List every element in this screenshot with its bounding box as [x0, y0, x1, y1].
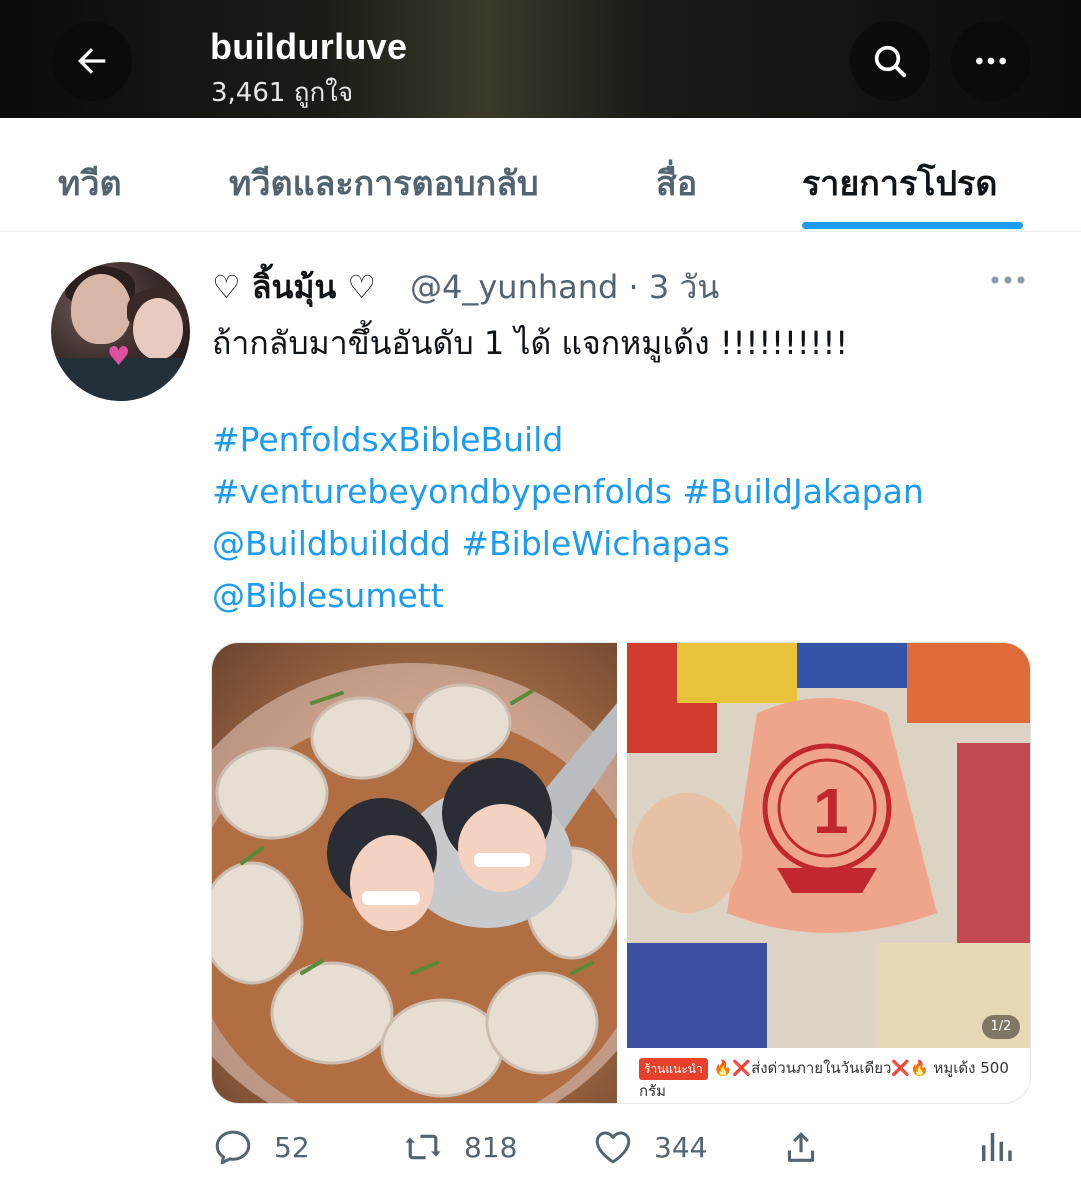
search-button[interactable]	[850, 21, 930, 101]
tweet-mention-line[interactable]: @Biblesumett	[212, 576, 444, 615]
like-button[interactable]: 344	[592, 1126, 707, 1168]
profile-header: buildurluve 3,461 ถูกใจ	[0, 0, 1081, 118]
retweet-count: 818	[464, 1130, 518, 1164]
recommended-shop-tag: ร้านแนะนำ	[639, 1058, 708, 1080]
tab-likes[interactable]: รายการโปรด	[802, 156, 997, 210]
media-counter: 1/2	[982, 1015, 1020, 1039]
retweet-button[interactable]: 818	[402, 1126, 517, 1168]
analytics-button[interactable]	[975, 1126, 1017, 1168]
media-caption: ร้านแนะนำ 🔥❌ส่งด่วนภายในวันเดียว❌🔥 หมูเด้…	[639, 1057, 1024, 1102]
profile-display-name: buildurluve	[210, 26, 408, 67]
tweet-media: 1 1/2 ร้านแนะนำ 🔥❌ส่งด่วนภายในวันเดียว❌🔥 …	[211, 642, 1031, 1104]
retweet-icon	[405, 1134, 441, 1160]
more-horizontal-icon	[976, 57, 1006, 65]
heart-icon: ♥	[107, 342, 131, 372]
svg-text:1: 1	[813, 775, 849, 847]
tab-tweets[interactable]: ทวีต	[58, 156, 122, 210]
reply-button[interactable]: 52	[212, 1126, 310, 1168]
back-button[interactable]	[52, 21, 132, 101]
reply-count: 52	[274, 1130, 310, 1164]
share-button[interactable]	[780, 1126, 822, 1168]
product-photo: 1	[627, 643, 1030, 1048]
tweet-hashtag-line[interactable]: #PenfoldsxBibleBuild	[212, 420, 563, 459]
author-avatar[interactable]: ♥	[51, 262, 190, 401]
reply-icon	[215, 1130, 251, 1165]
tweet-hashtag-line[interactable]: #venturebeyondbypenfolds #BuildJakapan	[212, 472, 924, 511]
media-image-product[interactable]: 1 1/2 ร้านแนะนำ 🔥❌ส่งด่วนภายในวันเดียว❌🔥 …	[627, 643, 1030, 1103]
arrow-left-icon	[78, 48, 106, 74]
tweet-author-name[interactable]: ♡ ลิ้นมุ้น ♡	[212, 262, 376, 313]
search-icon	[874, 45, 907, 78]
like-count: 344	[654, 1130, 708, 1164]
tweet-more-icon[interactable]	[990, 270, 1026, 290]
tweet-mention-line[interactable]: @Buildbuilddd #BibleWichapas	[212, 524, 730, 563]
tab-tweets-replies[interactable]: ทวีตและการตอบกลับ	[229, 156, 539, 210]
tweet-text: ถ้ากลับมาขึ้นอันดับ 1 ได้ แจกหมูเด้ง !!!…	[212, 324, 849, 362]
analytics-icon	[982, 1133, 1012, 1161]
share-icon	[787, 1132, 815, 1162]
heart-outline-icon	[595, 1131, 631, 1164]
active-tab-indicator	[802, 222, 1023, 229]
tweet-handle-time[interactable]: @4_yunhand · 3 วัน	[410, 262, 719, 313]
profile-likes-count: 3,461 ถูกใจ	[211, 78, 354, 108]
tab-media[interactable]: สื่อ	[656, 156, 697, 210]
profile-tabs: ทวีต ทวีตและการตอบกลับ สื่อ รายการโปรด	[0, 118, 1081, 232]
media-image-meatball-soup[interactable]	[212, 643, 672, 1103]
more-button[interactable]	[951, 21, 1031, 101]
